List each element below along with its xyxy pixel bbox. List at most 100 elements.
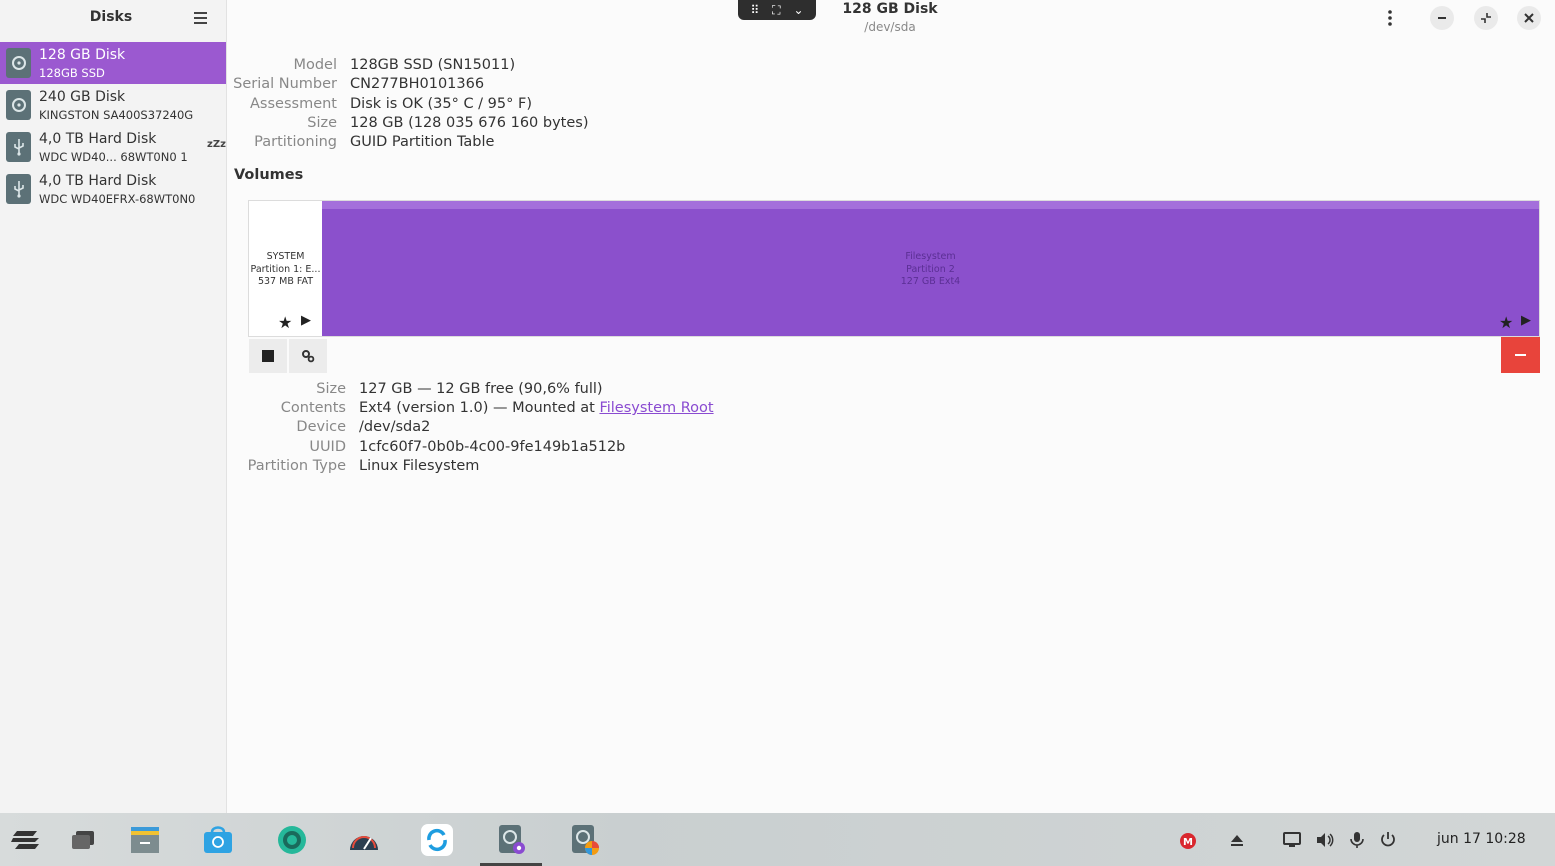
vol-size-value: 127 GB — 12 GB free (90,6% full)	[359, 381, 603, 397]
info-value: 127 GB — 12 GB free (90,6% full)	[359, 381, 603, 397]
filesystem-root-link[interactable]: Filesystem Root	[599, 400, 713, 416]
disk-item-240gb[interactable]: 240 GB Disk KINGSTON SA400S37240G	[0, 84, 226, 126]
settings-gears-button[interactable]	[289, 339, 327, 373]
vol-contents-value: Ext4 (version 1.0) — Mounted at Filesyst…	[359, 400, 714, 416]
system-monitor-icon[interactable]	[347, 823, 381, 857]
disk-item-4tb-1[interactable]: 4,0 TB Hard Disk WDC WD40... 68WT0N0 1 z…	[0, 126, 226, 168]
power-icon[interactable]	[1380, 831, 1396, 851]
taskbar: M jun 17 10:28	[0, 813, 1555, 866]
ssd-icon	[6, 90, 31, 120]
disk-model: WDC WD40EFRX-68WT0N0	[39, 192, 196, 206]
vol-device-value: /dev/sda2	[359, 419, 430, 435]
disk-name: 240 GB Disk	[39, 89, 126, 105]
disk-item-128gb[interactable]: 128 GB Disk 128GB SSD	[0, 42, 226, 84]
star-icon: ★	[278, 313, 293, 332]
info-value: GUID Partition Table	[350, 134, 495, 150]
info-key: Size	[316, 381, 346, 397]
zorin-menu-icon[interactable]	[9, 823, 43, 857]
files-icon[interactable]	[128, 823, 162, 857]
volume-toolbar	[248, 337, 1540, 373]
delete-partition-button[interactable]	[1501, 337, 1540, 373]
minus-icon	[1515, 354, 1526, 356]
partition-1-block[interactable]: SYSTEM Partition 1: E... 537 MB FAT ★ ▶	[249, 201, 322, 336]
partition-2-block[interactable]: Filesystem Partition 2 127 GB Ext4 ★ ▶	[322, 201, 1539, 336]
more-options-icon[interactable]	[1378, 6, 1402, 30]
grid-icon[interactable]: ⠿	[750, 3, 759, 17]
sidebar-title: Disks	[89, 9, 133, 25]
window-subtitle: /dev/sda	[864, 20, 916, 34]
partition-number: Partition 1: E...	[250, 263, 321, 275]
star-icon: ★	[1499, 313, 1514, 332]
mega-sync-icon[interactable]: M	[1180, 833, 1196, 853]
sleep-icon: zZz	[207, 139, 226, 150]
display-icon[interactable]	[1283, 832, 1301, 852]
partition-name: SYSTEM	[266, 251, 305, 262]
serial-value: CN277BH0101366	[350, 76, 484, 92]
ssd-icon	[6, 48, 31, 78]
partition-label: Filesystem Partition 2 127 GB Ext4	[322, 251, 1539, 289]
disk-name: 4,0 TB Hard Disk	[39, 131, 157, 147]
partitioning-value: GUID Partition Table	[350, 134, 494, 150]
vol-ptype-value: Linux Filesystem	[359, 458, 479, 474]
play-icon: ▶	[1521, 313, 1531, 328]
disk-usage-analyzer-icon[interactable]	[568, 823, 602, 857]
disk-name: 128 GB Disk	[39, 47, 126, 63]
info-value: Linux Filesystem	[359, 458, 480, 474]
info-key: Size	[307, 115, 337, 131]
disk-list: 128 GB Disk 128GB SSD 240 GB Disk KINGST…	[0, 42, 226, 210]
info-value: 128GB SSD (SN15011)	[350, 57, 516, 73]
info-key: Model	[293, 57, 337, 73]
partition-number: Partition 2	[906, 263, 955, 275]
restore-button[interactable]	[1474, 6, 1498, 30]
minimize-button[interactable]	[1430, 6, 1454, 30]
info-key: Device	[296, 419, 346, 435]
disk-model: KINGSTON SA400S37240G	[39, 108, 194, 122]
microphone-icon[interactable]	[1350, 831, 1364, 853]
play-icon: ▶	[301, 313, 311, 328]
info-value: Disk is OK (35° C / 95° F)	[350, 96, 532, 112]
info-key: Serial Number	[233, 76, 337, 92]
size-value: 128 GB (128 035 676 160 bytes)	[350, 115, 588, 131]
info-value: Ext4 (version 1.0) — Mounted at	[359, 400, 600, 416]
info-key: Contents	[280, 400, 346, 416]
info-value: /dev/sda2	[359, 419, 431, 435]
eject-icon[interactable]	[1230, 833, 1244, 851]
info-key: Partitioning	[254, 134, 337, 150]
partition-size: 537 MB FAT	[257, 276, 314, 287]
svg-text:M: M	[1183, 837, 1193, 848]
workspaces-icon[interactable]	[66, 823, 100, 857]
usb-drive-icon	[6, 174, 31, 204]
info-value: CN277BH0101366	[350, 76, 485, 92]
partition-name: Filesystem	[905, 251, 956, 262]
assessment-value: Disk is OK (35° C / 95° F)	[350, 96, 532, 112]
info-value: 1cfc60f7-0b0b-4c00-9fe149b1a512b	[359, 439, 626, 455]
hamburger-menu-icon[interactable]	[190, 8, 210, 28]
disks-app-window: Disks 128 GB Disk 128GB SSD 240 GB Disk …	[0, 0, 1555, 813]
disk-model: WDC WD40... 68WT0N0 1	[39, 150, 188, 164]
disk-item-4tb-2[interactable]: 4,0 TB Hard Disk WDC WD40EFRX-68WT0N0	[0, 168, 226, 210]
usb-drive-icon	[6, 132, 31, 162]
info-key: Partition Type	[247, 458, 346, 474]
info-key: UUID	[309, 439, 346, 455]
partition-size: 127 GB Ext4	[900, 276, 961, 287]
disk-model: 128GB SSD	[39, 66, 105, 80]
disk-name: 4,0 TB Hard Disk	[39, 173, 157, 189]
info-key: Assessment	[250, 96, 337, 112]
sidebar-header: Disks	[0, 0, 226, 37]
unmount-button[interactable]	[249, 339, 287, 373]
disks-app-icon[interactable]	[495, 823, 529, 857]
settings-app-icon[interactable]	[275, 823, 309, 857]
info-value: 128 GB (128 035 676 160 bytes)	[350, 115, 589, 131]
fullscreen-icon[interactable]: ⛶	[772, 3, 780, 18]
partition-label: SYSTEM Partition 1: E... 537 MB FAT	[249, 251, 322, 289]
sidebar: Disks 128 GB Disk 128GB SSD 240 GB Disk …	[0, 0, 227, 813]
volume-map: SYSTEM Partition 1: E... 537 MB FAT ★ ▶ …	[248, 200, 1540, 337]
disk-model-value: 128GB SSD (SN15011)	[350, 57, 515, 73]
close-button[interactable]	[1517, 6, 1541, 30]
window-title: 128 GB Disk	[842, 1, 938, 17]
update-manager-icon[interactable]	[420, 823, 454, 857]
volume-icon[interactable]	[1316, 832, 1334, 852]
clock[interactable]: jun 17 10:28	[1437, 831, 1526, 847]
software-store-icon[interactable]	[201, 823, 235, 857]
vol-uuid-value: 1cfc60f7-0b0b-4c00-9fe149b1a512b	[359, 439, 625, 455]
